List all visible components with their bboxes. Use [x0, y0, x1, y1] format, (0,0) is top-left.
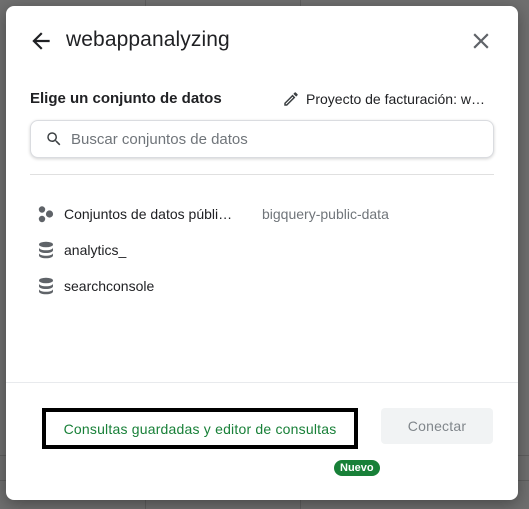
choose-dataset-label: Elige un conjunto de datos — [30, 90, 222, 107]
back-button[interactable] — [28, 28, 54, 54]
search-icon — [47, 132, 61, 146]
close-button[interactable] — [468, 28, 494, 54]
dataset-list: Conjuntos de datos públi… bigquery-publi… — [30, 196, 494, 304]
list-item-analytics[interactable]: analytics_ — [30, 232, 494, 268]
public-datasets-icon — [36, 204, 56, 224]
pencil-icon — [284, 92, 298, 106]
close-icon — [473, 33, 489, 49]
search-box[interactable] — [30, 120, 494, 158]
dialog-title: webappanalyzing — [66, 28, 230, 51]
dataset-name: analytics_ — [64, 242, 127, 258]
dialog-header: webappanalyzing — [6, 6, 518, 76]
database-icon — [36, 276, 56, 296]
dataset-name: Conjuntos de datos públi… — [64, 206, 233, 222]
search-input[interactable] — [69, 129, 473, 149]
arrow-back-icon — [32, 32, 50, 50]
dataset-project: bigquery-public-data — [262, 206, 389, 222]
dataset-name: searchconsole — [64, 278, 155, 294]
divider — [30, 174, 494, 175]
billing-project-selector[interactable]: Proyecto de facturación: w… — [282, 88, 492, 110]
billing-project-label: Proyecto de facturación: w… — [306, 91, 485, 107]
database-icon — [36, 240, 56, 260]
list-item-public-datasets[interactable]: Conjuntos de datos públi… bigquery-publi… — [30, 196, 494, 232]
new-badge: Nuevo — [334, 460, 380, 476]
saved-queries-button[interactable]: Consultas guardadas y editor de consulta… — [42, 408, 358, 449]
connect-button[interactable]: Conectar — [381, 408, 493, 444]
list-item-searchconsole[interactable]: searchconsole — [30, 268, 494, 304]
footer-divider — [6, 382, 518, 383]
dataset-picker-dialog: webappanalyzing Elige un conjunto de dat… — [6, 6, 518, 500]
